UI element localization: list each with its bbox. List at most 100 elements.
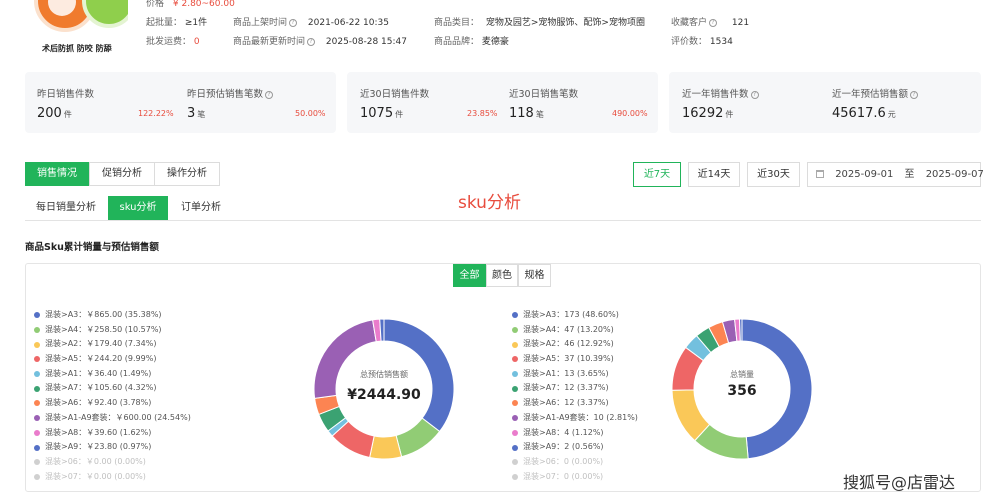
legend-item[interactable]: 混装>A5：￥244.20 (9.99%) — [34, 352, 191, 367]
date-end: 2025-09-07 — [925, 169, 984, 180]
help-icon[interactable]: ? — [307, 37, 316, 46]
donut-center-label: 总销量 — [730, 370, 754, 379]
subtab-sku[interactable]: sku分析 — [108, 196, 168, 220]
legend-swatch — [512, 356, 518, 363]
stats-box-30d — [347, 72, 658, 133]
stat-value: 3笔 — [187, 106, 206, 121]
stat-value: 118 笔 — [509, 106, 544, 121]
donut-slice[interactable] — [739, 318, 743, 342]
help-icon[interactable]: ? — [750, 90, 759, 99]
help-icon[interactable]: ? — [289, 18, 298, 27]
legend-item[interactable]: 混装>06：￥0.00 (0.00%) — [34, 455, 191, 470]
legend-item[interactable]: 混装>A9：2 (0.56%) — [512, 440, 638, 455]
legend-label: 混装>A6：￥92.40 (3.78%) — [45, 398, 152, 408]
legend-swatch — [34, 429, 40, 436]
filter-color[interactable]: 颜色 — [486, 264, 518, 287]
range-7d-button[interactable]: 近7天 — [633, 162, 681, 187]
legend-swatch — [512, 473, 518, 480]
product-image-caption: 术后防抓 防咬 防舔 — [42, 44, 112, 53]
legend-swatch — [512, 400, 518, 407]
reviews-value: 1534 — [709, 37, 733, 47]
legend-label: 混装>A9：￥23.80 (0.97%) — [45, 442, 152, 452]
legend-item[interactable]: 混装>A6：12 (3.37%) — [512, 396, 638, 411]
legend-swatch — [34, 415, 40, 422]
legend-label: 混装>A8：4 (1.12%) — [523, 427, 604, 437]
subtab-orders[interactable]: 订单分析 — [170, 196, 232, 220]
legend-swatch — [512, 371, 518, 378]
legend-label: 混装>A5：37 (10.39%) — [523, 354, 614, 364]
subtab-divider — [25, 220, 981, 221]
stat-change: 122.22% — [138, 109, 174, 118]
legend-item[interactable]: 混装>06：0 (0.00%) — [512, 455, 638, 470]
overlay-title: sku分析 — [458, 193, 521, 213]
legend-swatch — [34, 444, 40, 451]
stat-label: 昨日预估销售笔数? — [187, 86, 274, 100]
legend-item[interactable]: 混装>A8：4 (1.12%) — [512, 426, 638, 441]
legend-item[interactable]: 混装>A3：￥865.00 (35.38%) — [34, 308, 191, 323]
legend-item[interactable]: 混装>A7：12 (3.37%) — [512, 381, 638, 396]
legend-label: 混装>A2：￥179.40 (7.34%) — [45, 339, 157, 349]
subtab-daily-sales[interactable]: 每日销量分析 — [25, 196, 107, 220]
brand: 商品品牌： 麦德豪 — [434, 34, 509, 47]
stat-change: 23.85% — [467, 109, 498, 118]
legend-item[interactable]: 混装>A7：￥105.60 (4.32%) — [34, 381, 191, 396]
legend-swatch — [34, 356, 40, 363]
help-icon[interactable]: ? — [265, 90, 274, 99]
legend-item[interactable]: 混装>A4：47 (13.20%) — [512, 323, 638, 338]
legend-label: 混装>A1-A9套装：10 (2.81%) — [523, 412, 638, 422]
legend-item[interactable]: 混装>A8：￥39.60 (1.62%) — [34, 426, 191, 441]
legend-label: 混装>07：0 (0.00%) — [523, 471, 604, 481]
legend-item[interactable]: 混装>A1：￥36.40 (1.49%) — [34, 367, 191, 382]
legend-item[interactable]: 混装>A1：13 (3.65%) — [512, 367, 638, 382]
legend-item[interactable]: 混装>A3：173 (48.60%) — [512, 308, 638, 323]
legend-swatch — [34, 341, 40, 348]
legend-label: 混装>A4：￥258.50 (10.57%) — [45, 324, 162, 334]
legend-item[interactable]: 混装>A5：37 (10.39%) — [512, 352, 638, 367]
calendar-icon — [816, 170, 824, 178]
date-start: 2025-09-01 — [835, 169, 894, 180]
wholesale-shipping-label: 批发运费： — [146, 37, 192, 47]
legend-label: 混装>A9：2 (0.56%) — [523, 442, 604, 452]
legend-item[interactable]: 混装>A1-A9套装：10 (2.81%) — [512, 411, 638, 426]
range-30d-button[interactable]: 近30天 — [747, 162, 800, 187]
date-range-picker[interactable]: 2025-09-01 至 2025-09-07 — [807, 162, 984, 187]
date-separator: 至 — [904, 169, 915, 180]
tab-sales[interactable]: 销售情况 — [25, 162, 89, 186]
legend-item[interactable]: 混装>07：￥0.00 (0.00%) — [34, 470, 191, 485]
donut-center-value: 356 — [727, 383, 757, 399]
legend-swatch — [512, 459, 518, 466]
legend-label: 混装>A1-A9套装：￥600.00 (24.54%) — [45, 412, 191, 422]
legend-label: 混装>A2：46 (12.92%) — [523, 339, 614, 349]
category: 商品类目： 宠物及园艺>宠物服饰、配饰>宠物项圈 — [434, 15, 645, 28]
range-14d-button[interactable]: 近14天 — [688, 162, 740, 187]
legend-swatch — [34, 312, 40, 319]
legend-item[interactable]: 混装>A2：46 (12.92%) — [512, 337, 638, 352]
legend-swatch — [34, 327, 40, 334]
help-icon[interactable]: ? — [910, 90, 919, 99]
legend-item[interactable]: 混装>A4：￥258.50 (10.57%) — [34, 323, 191, 338]
legend-item[interactable]: 混装>A2：￥179.40 (7.34%) — [34, 337, 191, 352]
stat-change: 490.00% — [612, 109, 648, 118]
donut-slice[interactable] — [369, 434, 403, 460]
legend-item[interactable]: 混装>07：0 (0.00%) — [512, 470, 638, 485]
legend-label: 混装>A3：173 (48.60%) — [523, 310, 619, 319]
filter-spec[interactable]: 规格 — [518, 264, 551, 287]
legend-label: 混装>07：￥0.00 (0.00%) — [45, 471, 146, 481]
help-icon[interactable]: ? — [709, 18, 718, 27]
donut-slice[interactable] — [379, 318, 385, 342]
category-label: 商品类目： — [434, 18, 480, 28]
tab-promotion[interactable]: 促销分析 — [89, 162, 155, 186]
legend-item[interactable]: 混装>A9：￥23.80 (0.97%) — [34, 440, 191, 455]
updated-time-value: 2025-08-28 15:47 — [325, 37, 407, 47]
legend-swatch — [512, 312, 518, 319]
legend-swatch — [512, 327, 518, 334]
tab-operations[interactable]: 操作分析 — [154, 162, 220, 186]
product-image[interactable]: 术后防抓 防咬 防舔 — [28, 0, 128, 58]
legend-item[interactable]: 混装>A6：￥92.40 (3.78%) — [34, 396, 191, 411]
stat-label: 近30日销售笔数 — [509, 89, 579, 100]
updated-time-label: 商品最新更新时间 — [233, 37, 306, 47]
legend-item[interactable]: 混装>A1-A9套装：￥600.00 (24.54%) — [34, 411, 191, 426]
legend-swatch — [512, 385, 518, 392]
filter-all[interactable]: 全部 — [453, 264, 486, 287]
legend-label: 混装>A7：￥105.60 (4.32%) — [45, 383, 157, 393]
